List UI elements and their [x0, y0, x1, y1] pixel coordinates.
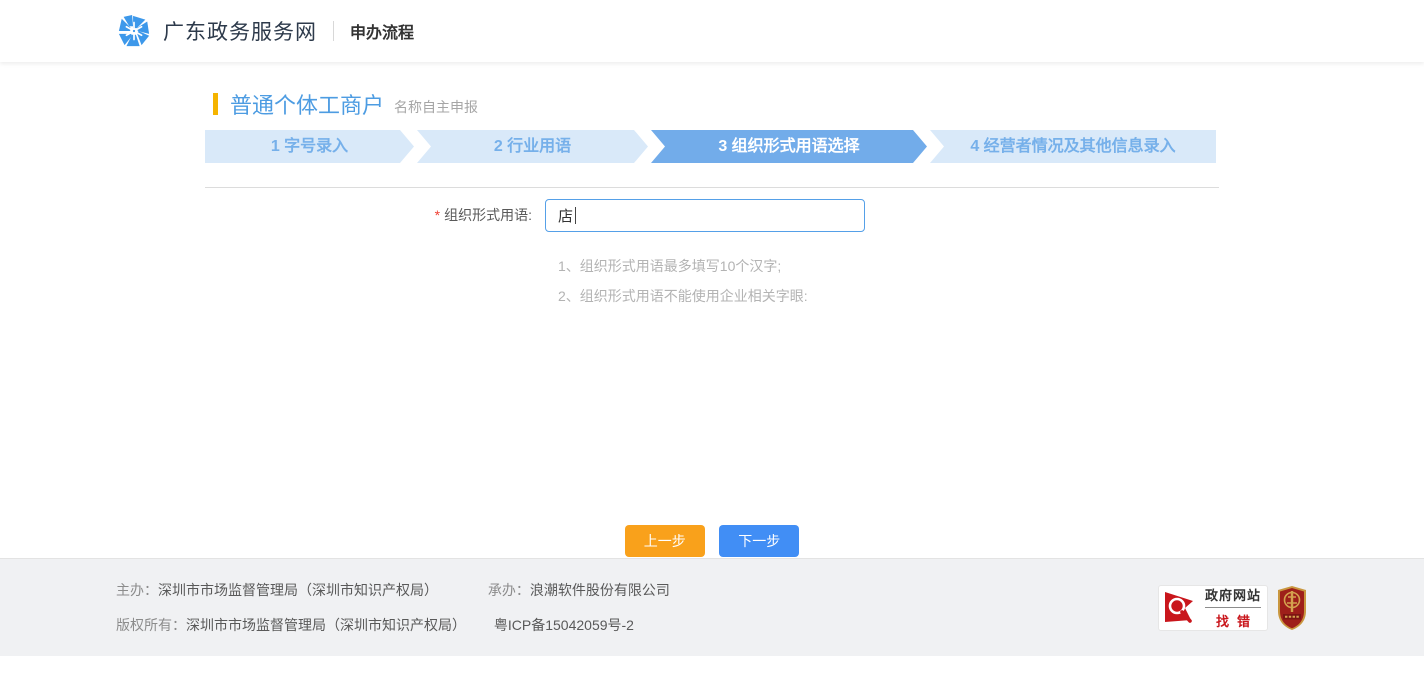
- title-accent-bar: [213, 93, 218, 115]
- sponsor-value: 深圳市市场监督管理局（深圳市知识产权局）: [158, 582, 438, 598]
- sponsor-label: 主办：: [116, 582, 158, 598]
- footer-text: 主办：深圳市市场监督管理局（深圳市知识产权局） 承办：浪潮软件股份有限公司 版权…: [116, 580, 670, 635]
- header: 广东政务服务网 申办流程: [0, 0, 1424, 62]
- page-subtitle: 名称自主申报: [394, 91, 478, 117]
- footer: 主办：深圳市市场监督管理局（深圳市知识产权局） 承办：浪潮软件股份有限公司 版权…: [0, 558, 1424, 656]
- header-divider: [333, 21, 334, 41]
- footer-line-2: 版权所有：深圳市市场监督管理局（深圳市知识产权局） 粤ICP备15042059号…: [116, 615, 670, 635]
- field-label: *组织形式用语:: [205, 199, 545, 232]
- section-divider: [205, 187, 1219, 188]
- step-progress-bar: 1 字号录入 2 行业用语 3 组织形式用语选择 4 经营者情况及其他信息录入: [205, 130, 1219, 163]
- button-row: 上一步 下一步: [205, 525, 1219, 557]
- step-4-operator-info: 4 经营者情况及其他信息录入: [930, 130, 1216, 163]
- field-label-text: 组织形式用语:: [444, 207, 532, 223]
- pinwheel-logo-icon: [117, 14, 151, 48]
- nav-title: 申办流程: [350, 19, 414, 43]
- gov-security-shield-badge-icon[interactable]: [1276, 585, 1308, 631]
- brand-name[interactable]: 广东政务服务网: [163, 16, 317, 46]
- gov-site-find-error-badge[interactable]: 政府网站 找错: [1158, 585, 1268, 631]
- hint-list: 1、组织形式用语最多填写10个汉字; 2、组织形式用语不能使用企业相关字眼:: [558, 251, 1219, 311]
- copyright-label: 版权所有：: [116, 617, 186, 633]
- previous-step-button[interactable]: 上一步: [625, 525, 705, 557]
- next-step-button[interactable]: 下一步: [719, 525, 799, 557]
- step-3-organization-form: 3 组织形式用语选择: [651, 130, 927, 163]
- hint-line-2: 2、组织形式用语不能使用企业相关字眼:: [558, 281, 1219, 311]
- organization-form-row: *组织形式用语:: [205, 199, 1219, 232]
- step-2-industry-term: 2 行业用语: [417, 130, 648, 163]
- hint-line-1: 1、组织形式用语最多填写10个汉字;: [558, 251, 1219, 281]
- undertaker-value: 浪潮软件股份有限公司: [530, 582, 670, 598]
- copyright-value: 深圳市市场监督管理局（深圳市知识产权局）: [186, 617, 466, 633]
- find-error-text: 政府网站 找错: [1205, 585, 1261, 630]
- page-title: 普通个体工商户: [230, 88, 384, 120]
- required-asterisk: *: [435, 207, 440, 223]
- footer-line-1: 主办：深圳市市场监督管理局（深圳市知识产权局） 承办：浪潮软件股份有限公司: [116, 580, 670, 600]
- input-wrapper: [545, 199, 865, 232]
- footer-badges: 政府网站 找错: [1158, 585, 1308, 631]
- text-caret: [575, 207, 576, 224]
- main-content: 普通个体工商户 名称自主申报 1 字号录入 2 行业用语 3 组织形式用语选择 …: [205, 62, 1219, 558]
- find-error-magnifier-icon: [1161, 588, 1201, 628]
- site-brand[interactable]: 广东政务服务网: [117, 14, 317, 48]
- find-error-line1: 政府网站: [1205, 585, 1261, 608]
- page-title-row: 普通个体工商户 名称自主申报: [205, 89, 1219, 119]
- organization-term-input[interactable]: [545, 199, 865, 232]
- icp-number: 粤ICP备15042059号-2: [494, 617, 634, 633]
- find-error-line2: 找错: [1205, 608, 1261, 630]
- step-1-name-entry: 1 字号录入: [205, 130, 414, 163]
- undertaker-label: 承办：: [488, 582, 530, 598]
